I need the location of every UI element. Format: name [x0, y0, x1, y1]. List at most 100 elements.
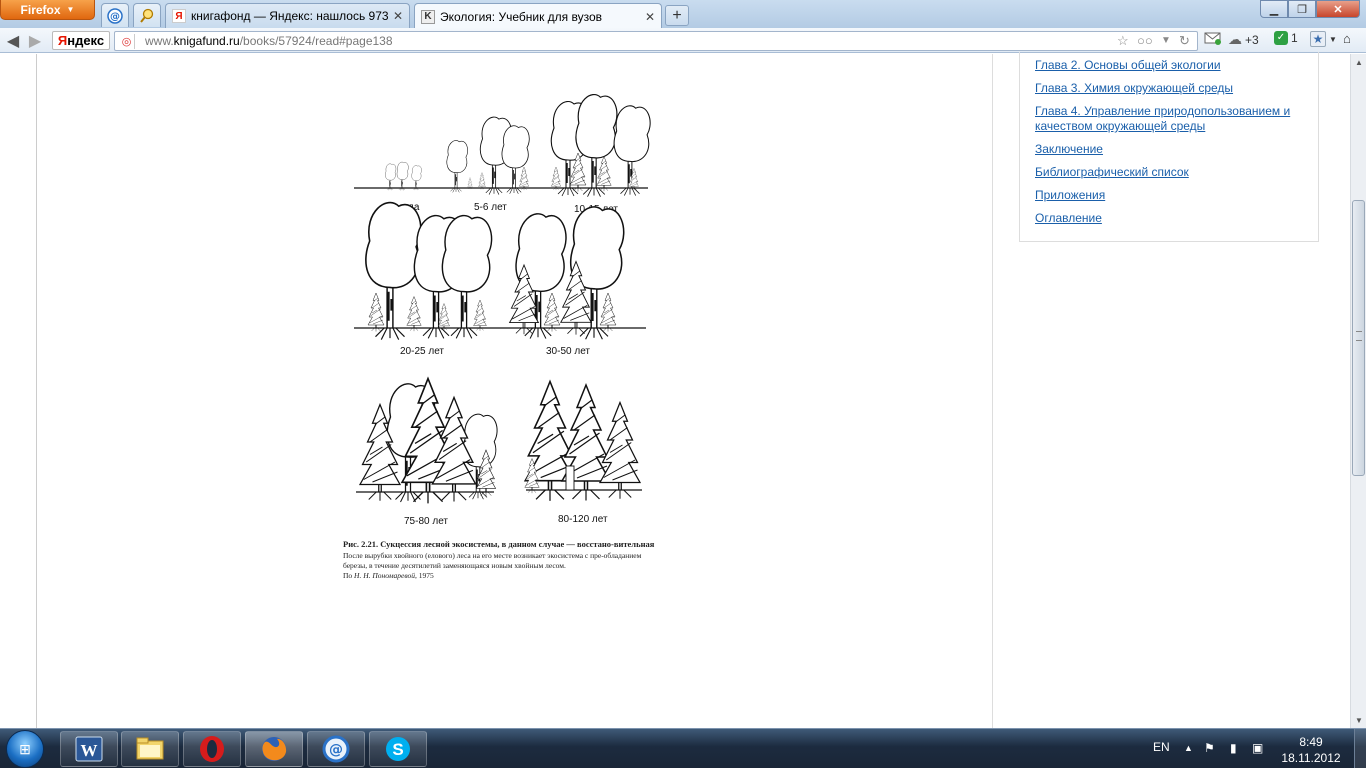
- vertical-scrollbar[interactable]: ▲ ▼: [1350, 54, 1366, 728]
- mail-icon: @: [322, 735, 350, 763]
- yandex-logo-rest: ндекс: [67, 33, 105, 48]
- close-tab-icon[interactable]: ✕: [393, 9, 403, 23]
- yandex-favicon-icon: Я: [172, 9, 186, 23]
- battery-icon[interactable]: ▮: [1230, 741, 1237, 755]
- dropdown-arrow-icon: ▼: [1329, 34, 1337, 44]
- scrollbar-thumb[interactable]: [1352, 200, 1365, 476]
- yandex-logo-first: Я: [57, 33, 68, 48]
- home-icon: ⌂: [1343, 31, 1351, 46]
- notes-widget[interactable]: ✓ 1: [1274, 31, 1298, 45]
- tab-bar: Firefox ▼ @ Я книгафонд — Яндекс: нашлос…: [0, 0, 1366, 29]
- mail-notifier[interactable]: [1204, 31, 1222, 45]
- site-identity-icon[interactable]: ◎: [119, 34, 135, 49]
- cloud-icon: ☁: [1228, 31, 1242, 47]
- caption-author-year: , 1975: [415, 571, 434, 580]
- url-text[interactable]: www.knigafund.ru/books/57924/read#page13…: [145, 34, 393, 48]
- clock-time: 8:49: [1299, 735, 1323, 749]
- bookmark-star-icon[interactable]: ☆: [1117, 33, 1129, 49]
- forward-button[interactable]: ▶: [24, 31, 46, 51]
- stage-label: 75-80 лет: [404, 516, 448, 527]
- back-arrow-icon: ◀: [6, 33, 20, 50]
- opera-icon: [200, 736, 224, 762]
- network-icon[interactable]: ▣: [1252, 741, 1263, 755]
- weather-widget[interactable]: ☁ +3: [1228, 31, 1259, 48]
- caption-author-name: Н. Н. Пономаревой: [354, 571, 416, 580]
- scroll-down-icon[interactable]: ▼: [1351, 712, 1366, 728]
- show-desktop-button[interactable]: [1354, 729, 1366, 768]
- bookmarks-star-icon: ★: [1310, 31, 1326, 47]
- svg-text:W: W: [81, 741, 98, 760]
- minimize-button[interactable]: ▁: [1260, 0, 1288, 18]
- toc-link-contents[interactable]: Оглавление: [1035, 211, 1307, 226]
- svg-text:S: S: [392, 740, 403, 759]
- tab-title: книгафонд — Яндекс: нашлось 973 ...: [191, 9, 388, 23]
- taskbar-mail[interactable]: @: [307, 731, 365, 767]
- taskbar-firefox[interactable]: [245, 731, 303, 767]
- magnifier-icon: [140, 8, 154, 23]
- caption-title: Рис. 2.21. Сукцессия лесной экосистемы, …: [343, 539, 655, 549]
- firefox-menu-label: Firefox: [20, 2, 61, 17]
- firefox-menu-button[interactable]: Firefox ▼: [0, 0, 95, 20]
- close-tab-icon[interactable]: ✕: [645, 10, 655, 24]
- url-domain: knigafund.ru: [173, 34, 240, 48]
- clock[interactable]: 8:49 18.11.2012: [1276, 734, 1346, 766]
- dropdown-arrow-icon: ▼: [66, 5, 75, 14]
- explorer-icon: [136, 737, 164, 760]
- url-path: /books/57924/read#page138: [239, 34, 393, 48]
- svg-text:@: @: [110, 11, 120, 22]
- caption-body: После вырубки хвойного (елового) леса на…: [343, 551, 642, 570]
- knigafund-favicon-icon: K: [421, 9, 435, 24]
- scroll-up-icon[interactable]: ▲: [1351, 54, 1366, 70]
- new-tab-button[interactable]: +: [665, 5, 689, 26]
- word-icon: W: [75, 736, 103, 762]
- toc-link-chapter-2[interactable]: Глава 2. Основы общей экологии: [1035, 58, 1307, 73]
- window-controls: ▁ ❐ ✕: [1260, 0, 1360, 18]
- toc-link-conclusion[interactable]: Заключение: [1035, 142, 1307, 157]
- show-hidden-icons-icon[interactable]: ▲: [1184, 743, 1193, 753]
- stage-label: 80-120 лет: [558, 514, 608, 525]
- firefox-icon: [262, 737, 287, 761]
- yandex-search-button[interactable]: Яндекс: [52, 31, 110, 50]
- taskbar-word[interactable]: W: [60, 731, 118, 767]
- tab-ecology-book[interactable]: K Экология: Учебник для вузов ✕: [414, 3, 662, 29]
- app-tab-search[interactable]: [133, 3, 161, 27]
- weather-badge: +3: [1245, 32, 1259, 47]
- action-center-flag-icon[interactable]: ⚑: [1204, 741, 1215, 755]
- taskbar-opera[interactable]: [183, 731, 241, 767]
- figure-caption: Рис. 2.21. Сукцессия лесной экосистемы, …: [343, 539, 665, 581]
- toc-link-chapter-4[interactable]: Глава 4. Управление природопользованием …: [1035, 104, 1307, 134]
- language-indicator[interactable]: EN: [1153, 740, 1170, 754]
- plus-icon: +: [672, 6, 682, 24]
- toc-link-appendices[interactable]: Приложения: [1035, 188, 1307, 203]
- home-button[interactable]: ⌂: [1343, 31, 1351, 46]
- url-prefix: www.: [145, 34, 174, 48]
- svg-text:@: @: [329, 742, 343, 758]
- reload-icon[interactable]: ↻: [1179, 33, 1190, 49]
- maximize-button[interactable]: ❐: [1288, 0, 1316, 18]
- grip-icon: [1356, 331, 1362, 341]
- toc-link-chapter-3[interactable]: Глава 3. Химия окружающей среды: [1035, 81, 1307, 96]
- start-button[interactable]: ⊞: [6, 730, 44, 768]
- notes-icon: ✓: [1274, 31, 1288, 45]
- reader-glasses-icon[interactable]: ○○: [1137, 33, 1153, 48]
- taskbar-explorer[interactable]: [121, 731, 179, 767]
- back-button[interactable]: ◀: [2, 31, 24, 51]
- address-bar[interactable]: ◎ www.knigafund.ru/books/57924/read#page…: [114, 31, 1198, 51]
- history-dropdown-icon[interactable]: ▼: [1161, 35, 1171, 46]
- toc-link-bibliography[interactable]: Библиографический список: [1035, 165, 1307, 180]
- mail-envelope-icon: [1204, 32, 1221, 45]
- bookmarks-menu-button[interactable]: ★ ▼: [1310, 31, 1337, 47]
- taskbar-skype[interactable]: S: [369, 731, 427, 767]
- left-border: [36, 54, 37, 728]
- page-content: 1-2 года 5-6 лет 10-15 лет 20-25 лет: [0, 52, 1350, 728]
- close-window-button[interactable]: ✕: [1316, 0, 1360, 18]
- tab-yandex-search[interactable]: Я книгафонд — Яндекс: нашлось 973 ... ✕: [165, 3, 410, 28]
- close-icon: ✕: [1333, 3, 1343, 16]
- screen: Firefox ▼ @ Я книгафонд — Яндекс: нашлос…: [0, 0, 1366, 768]
- navigation-bar: ◀ ▶ Яндекс ◎ www.knigafund.ru/books/5792…: [0, 28, 1366, 53]
- tab-title: Экология: Учебник для вузов: [440, 9, 603, 24]
- table-of-contents: Глава 2. Основы общей экологии Глава 3. …: [1019, 52, 1319, 242]
- column-divider: [992, 54, 993, 728]
- app-tab-mail[interactable]: @: [101, 3, 129, 27]
- windows-logo-icon: ⊞: [19, 740, 31, 757]
